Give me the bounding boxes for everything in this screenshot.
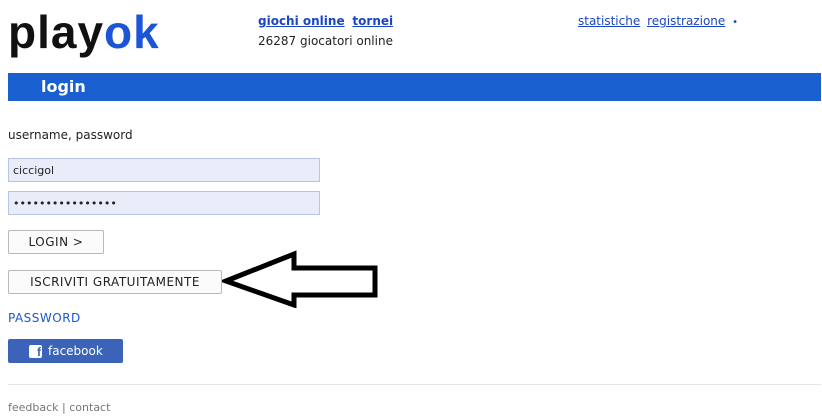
footer-divider <box>8 384 821 385</box>
players-online-count: 26287 giocatori online <box>258 34 393 48</box>
contact-link[interactable]: contact <box>69 401 110 414</box>
left-arrow-annotation <box>222 250 378 308</box>
logo-text-play: play <box>8 6 105 58</box>
logo-text-ok: ok <box>104 6 160 58</box>
dot-icon: • <box>732 17 739 28</box>
playok-logo[interactable]: playok <box>8 6 160 58</box>
facebook-label: facebook <box>48 344 103 358</box>
signup-free-button[interactable]: ISCRIVITI GRATUITAMENTE <box>8 270 222 294</box>
nav-tournaments-link[interactable]: tornei <box>352 14 393 28</box>
login-title: login <box>41 77 86 96</box>
footer-separator: | <box>62 401 66 414</box>
nav-games-link[interactable]: giochi online <box>258 14 345 28</box>
nav-stats-link[interactable]: statistiche <box>578 14 640 28</box>
top-nav: giochi online tornei <box>258 14 397 28</box>
login-button[interactable]: LOGIN > <box>8 230 104 254</box>
credentials-label: username, password <box>8 128 133 142</box>
nav-register-link[interactable]: registrazione <box>647 14 725 28</box>
right-nav: statistiche registrazione • <box>578 14 738 28</box>
facebook-icon: f <box>29 345 42 359</box>
footer: feedback | contact <box>8 401 110 414</box>
feedback-link[interactable]: feedback <box>8 401 59 414</box>
password-input[interactable] <box>8 191 320 215</box>
facebook-login-button[interactable]: f facebook <box>8 339 123 363</box>
username-input[interactable] <box>8 158 320 182</box>
login-title-bar: login <box>8 73 821 101</box>
password-recovery-link[interactable]: PASSWORD <box>8 311 81 325</box>
